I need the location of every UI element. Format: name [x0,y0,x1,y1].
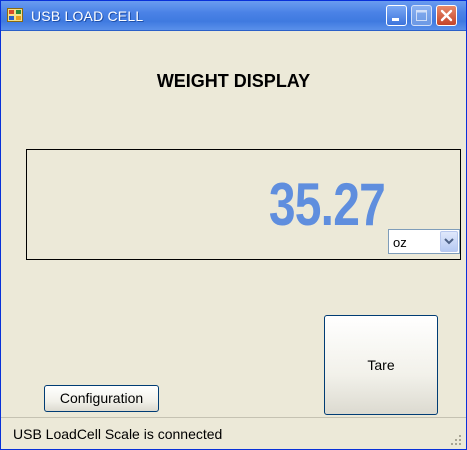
close-button[interactable] [436,5,457,26]
status-bar: USB LoadCell Scale is connected [1,417,466,449]
maximize-button[interactable] [411,5,432,26]
app-window: USB LOAD CELL WEIGHT DISPLAY 35.27 oz Ta… [0,0,467,450]
title-bar[interactable]: USB LOAD CELL [1,1,466,31]
unit-selected-value: oz [393,235,407,250]
tare-button[interactable]: Tare [324,315,438,415]
close-icon [440,9,453,22]
resize-grip-icon[interactable] [450,434,462,446]
unit-dropdown[interactable]: oz [388,229,460,254]
chevron-down-icon [444,238,454,245]
weight-display-panel: 35.27 oz [26,149,461,260]
weight-reading: 35.27 [268,171,386,238]
page-title: WEIGHT DISPLAY [156,71,311,91]
minimize-icon [392,18,399,21]
status-text: USB LoadCell Scale is connected [13,426,223,442]
client-area: WEIGHT DISPLAY 35.27 oz Tare Configurati… [6,31,461,417]
maximize-icon [416,10,427,21]
window-title: USB LOAD CELL [31,8,144,24]
configuration-button[interactable]: Configuration [44,385,159,412]
minimize-button[interactable] [386,5,407,26]
app-icon [7,8,23,22]
unit-dropdown-button[interactable] [440,231,458,252]
